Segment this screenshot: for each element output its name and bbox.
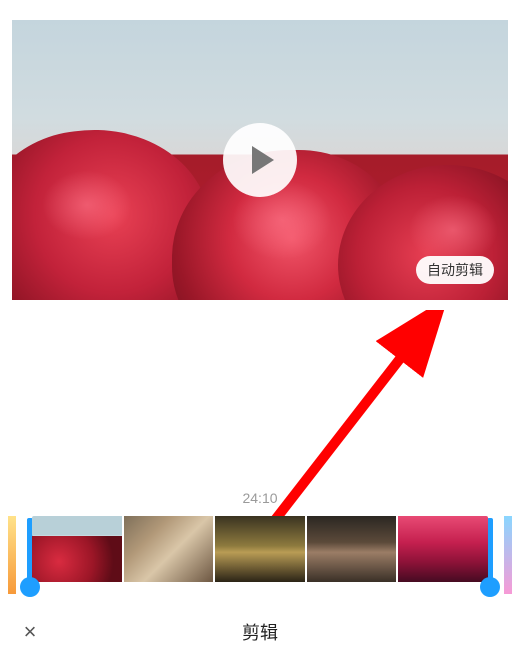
timeline-edge-decor bbox=[504, 516, 512, 594]
timeline-thumbnail[interactable] bbox=[398, 516, 488, 582]
duration-label: 24:10 bbox=[242, 490, 277, 506]
timeline-edge-decor bbox=[8, 516, 16, 594]
video-preview: 自动剪辑 bbox=[12, 20, 508, 300]
page-title: 剪辑 bbox=[242, 619, 278, 645]
close-button[interactable]: × bbox=[0, 606, 60, 658]
annotation-arrow bbox=[255, 310, 475, 540]
timeline-track bbox=[32, 516, 488, 582]
close-icon: × bbox=[24, 619, 37, 645]
play-icon bbox=[252, 146, 274, 174]
timeline[interactable] bbox=[22, 516, 498, 594]
auto-edit-label: 自动剪辑 bbox=[427, 262, 483, 278]
timeline-thumbnail[interactable] bbox=[215, 516, 305, 582]
play-button[interactable] bbox=[223, 123, 297, 197]
trim-handle-right[interactable] bbox=[480, 577, 500, 597]
auto-edit-button[interactable]: 自动剪辑 bbox=[416, 256, 494, 284]
timeline-thumbnail[interactable] bbox=[307, 516, 397, 582]
timeline-thumbnail[interactable] bbox=[124, 516, 214, 582]
trim-handle-left[interactable] bbox=[20, 577, 40, 597]
bottom-bar: × 剪辑 bbox=[0, 606, 520, 658]
timeline-thumbnail[interactable] bbox=[32, 516, 122, 582]
